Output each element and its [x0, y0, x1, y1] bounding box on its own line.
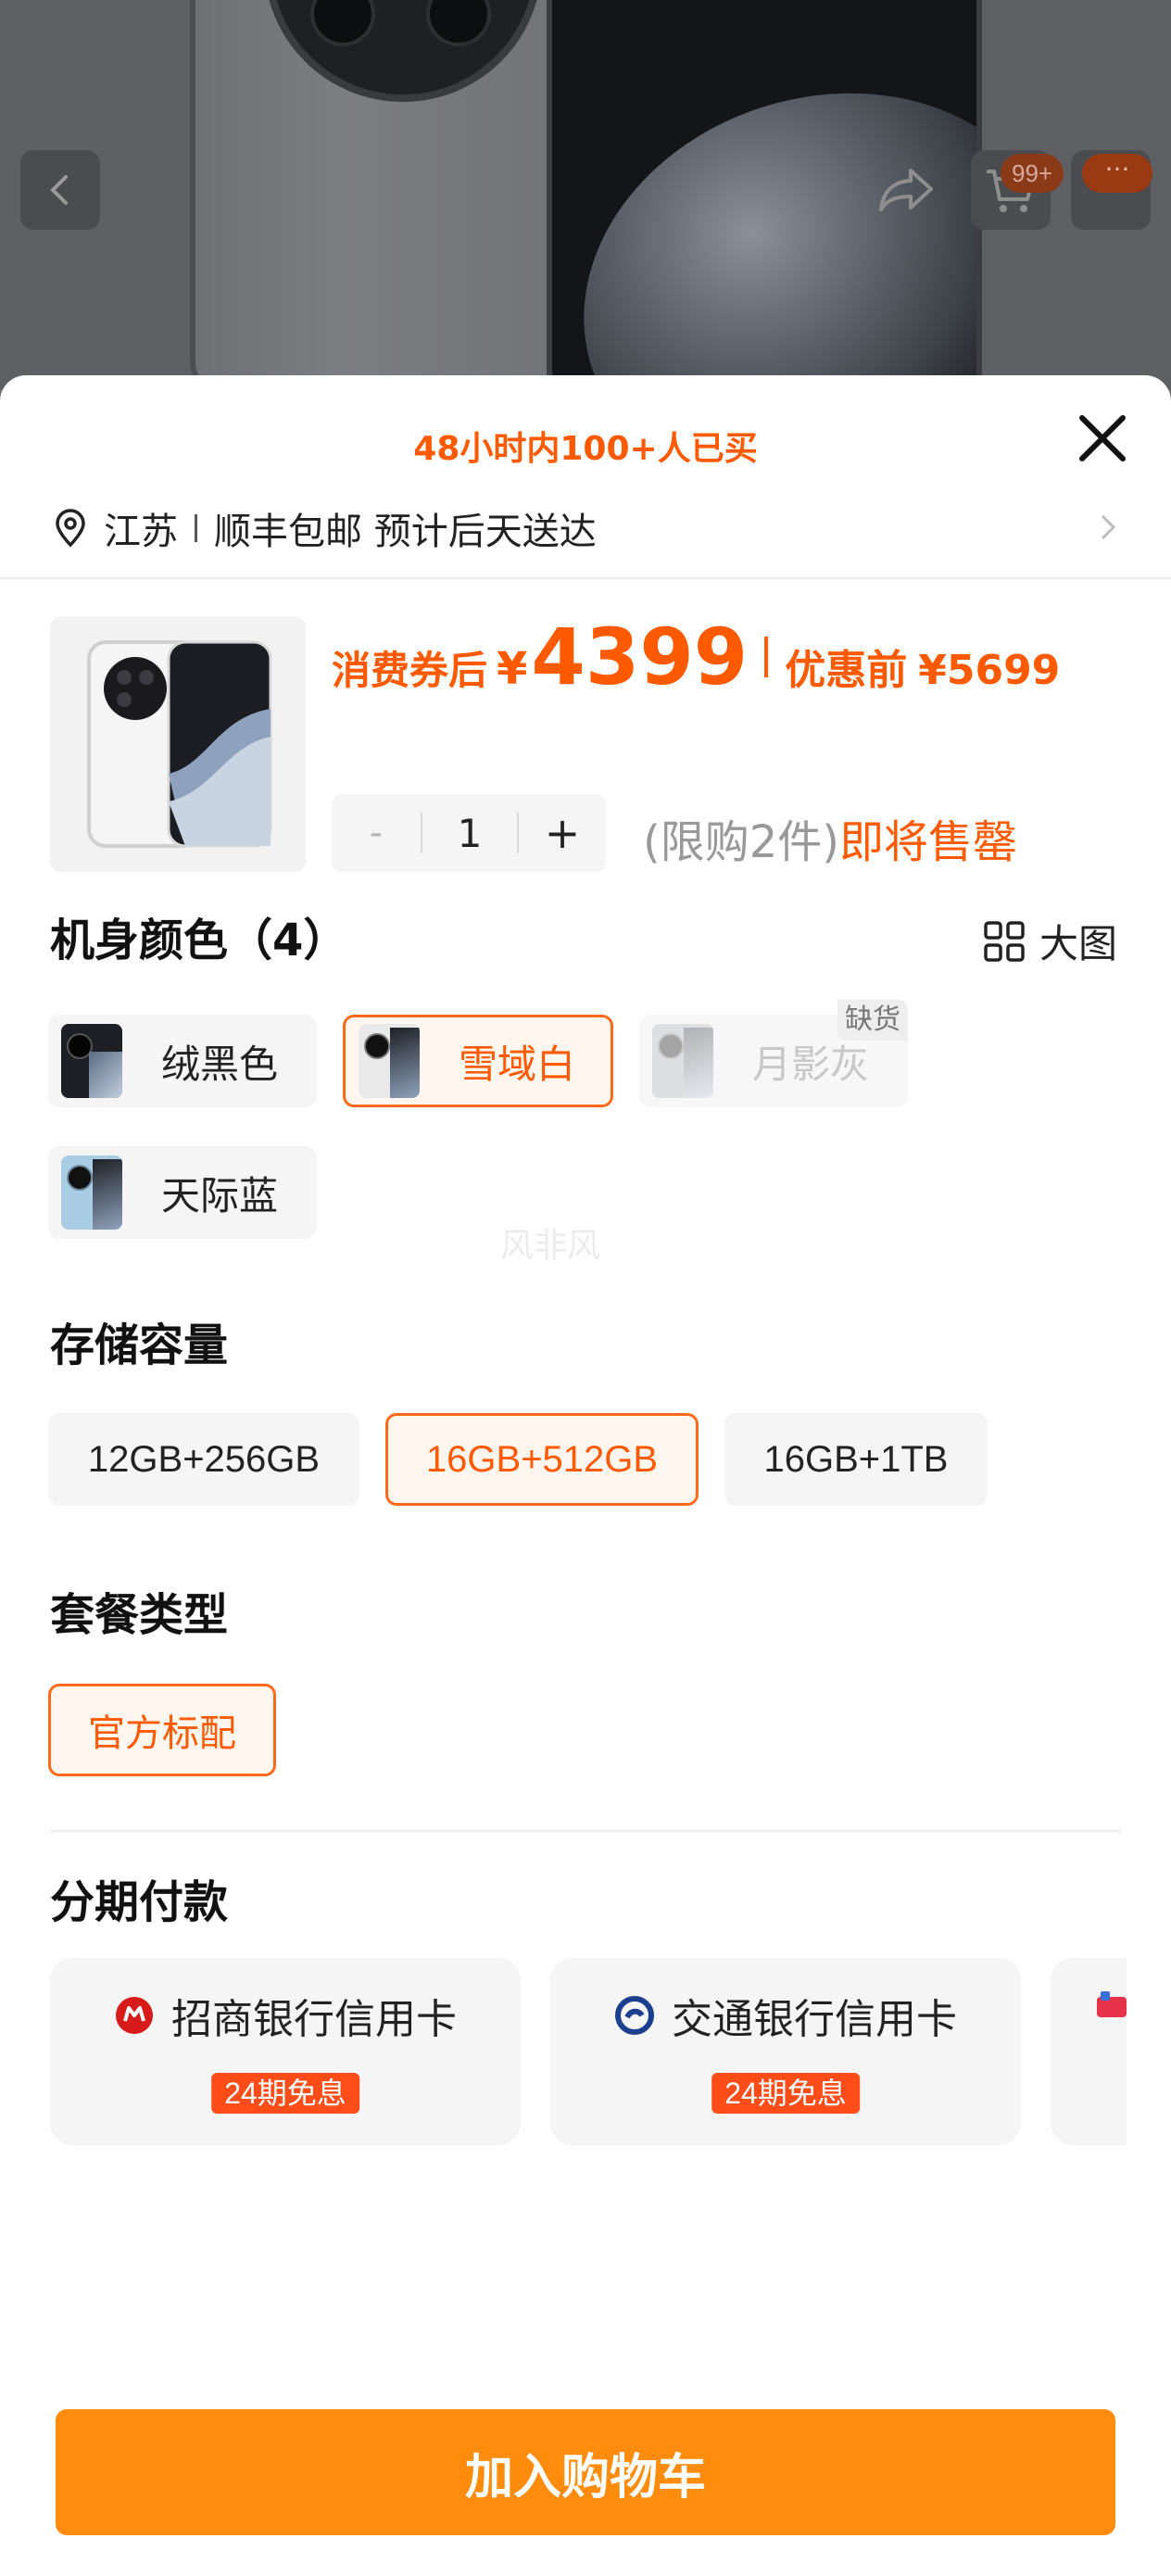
original-price-label: 优惠前: [785, 647, 908, 694]
color-option-label: 雪域白: [459, 1041, 576, 1087]
price-divider: [764, 637, 769, 677]
installment-card-partial[interactable]: [1051, 1958, 1127, 2145]
coupon-price-label: 消费券后: [332, 648, 488, 693]
address-divider: [195, 514, 197, 542]
storage-option[interactable]: 16GB+512GB: [385, 1413, 699, 1506]
increase-button[interactable]: +: [519, 808, 606, 858]
more-icon[interactable]: ···: [1082, 154, 1152, 193]
phone-image: [87, 640, 272, 848]
package-section-title: 套餐类型: [50, 1589, 229, 1641]
quantity-input[interactable]: 1: [422, 811, 517, 856]
share-button[interactable]: [866, 150, 946, 230]
add-to-cart-button[interactable]: 加入购物车: [56, 2409, 1115, 2535]
divider: [50, 1830, 1121, 1832]
currency-symbol: ¥: [497, 643, 528, 695]
color-option-black[interactable]: 绒黑色: [48, 1015, 317, 1107]
color-swatch: [61, 1155, 122, 1230]
color-option-label: 月影灰: [752, 1041, 870, 1087]
storage-section-title: 存储容量: [50, 1320, 229, 1371]
color-swatch: [652, 1024, 713, 1098]
color-section-title: 机身颜色（4）: [50, 915, 348, 966]
package-option[interactable]: 官方标配: [48, 1684, 276, 1776]
coupon-price-value: 4399: [531, 612, 749, 702]
divider: [0, 577, 1171, 579]
share-icon: [879, 169, 933, 211]
limit-text: (限购2件): [643, 816, 839, 868]
installment-card[interactable]: 招商银行信用卡 24期免息: [50, 1958, 521, 2145]
storage-option[interactable]: 12GB+256GB: [48, 1413, 359, 1506]
sku-selection-sheet: 48小时内100+人已买 江苏 顺丰包邮 预计后天送达 消费券后 ¥ 4399 …: [0, 375, 1171, 2576]
bocom-bank-logo-icon: [615, 1996, 654, 2035]
price-row: 消费券后 ¥ 4399 优惠前 ¥5699: [332, 612, 1060, 702]
color-swatch: [61, 1024, 122, 1098]
original-price-value: ¥5699: [918, 647, 1061, 694]
color-option-label: 天际蓝: [161, 1172, 279, 1219]
delivery-address-row[interactable]: 江苏 顺丰包邮 预计后天送达: [50, 496, 1134, 561]
out-of-stock-badge: 缺货: [837, 1000, 908, 1041]
chevron-right-icon: [1101, 514, 1116, 540]
color-swatch: [359, 1024, 420, 1098]
sales-hint: 48小时内100+人已买: [413, 430, 758, 468]
installment-logo-icon: [1097, 1991, 1127, 2017]
watermark: 风非风: [500, 1227, 601, 1265]
quantity-stepper: - 1 +: [332, 794, 606, 872]
product-thumbnail[interactable]: [50, 616, 306, 872]
decrease-button[interactable]: -: [332, 812, 421, 854]
address-region: 江苏: [104, 511, 178, 553]
installment-section-title: 分期付款: [50, 1876, 229, 1928]
storage-option[interactable]: 16GB+1TB: [724, 1413, 988, 1506]
stock-status: 即将售罄: [839, 816, 1018, 868]
shipping-info: 顺丰包邮 预计后天送达: [214, 511, 597, 553]
installment-card[interactable]: 交通银行信用卡 24期免息: [550, 1958, 1021, 2145]
color-option-label: 绒黑色: [161, 1041, 279, 1087]
back-button[interactable]: [20, 150, 100, 230]
big-image-label: 大图: [1039, 921, 1118, 966]
grid-icon: [984, 920, 1025, 962]
color-option-gray[interactable]: 月影灰 缺货: [639, 1000, 908, 1107]
bank-card-name: 招商银行信用卡: [171, 1996, 457, 2043]
cart-count-badge: 99+: [1001, 154, 1064, 193]
close-icon[interactable]: [1073, 409, 1132, 468]
interest-free-badge: 24期免息: [211, 2073, 359, 2114]
bank-card-name: 交通银行信用卡: [672, 1996, 957, 2043]
color-option-blue[interactable]: 天际蓝: [48, 1146, 317, 1239]
color-option-white[interactable]: 雪域白: [343, 1015, 613, 1107]
chevron-left-icon: [50, 175, 68, 205]
interest-free-badge: 24期免息: [711, 2073, 860, 2114]
cmb-bank-logo-icon: [116, 1997, 153, 2034]
big-image-toggle[interactable]: 大图: [982, 913, 1117, 969]
purchase-limit: (限购2件)即将售罄: [643, 805, 1017, 870]
location-pin-icon: [56, 509, 85, 548]
